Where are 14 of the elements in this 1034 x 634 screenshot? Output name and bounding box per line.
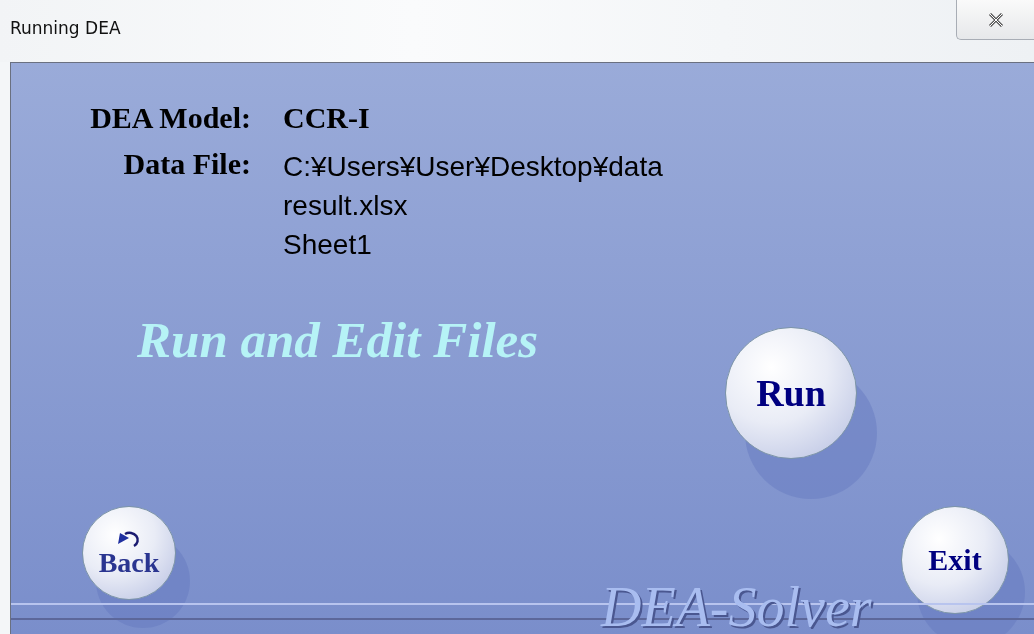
file-path-text: result.xlsx — [283, 189, 409, 223]
close-button[interactable] — [956, 0, 1034, 40]
back-button[interactable]: Back — [82, 506, 176, 600]
field-label: Data File: — [122, 146, 251, 182]
exit-button[interactable]: Exit — [901, 506, 1009, 614]
window-title: Running DEA — [9, 18, 121, 38]
close-icon — [987, 12, 1004, 27]
heading: Run and Edit Files — [137, 311, 539, 369]
field-label: DEA Model: — [89, 100, 251, 136]
model-value: CCR-I — [283, 100, 371, 136]
undo-arrow-icon — [116, 529, 142, 549]
file-path-text: Sheet1 — [283, 228, 373, 262]
run-button[interactable]: Run — [725, 327, 857, 459]
file-path-text: C:¥Users¥User¥Desktop¥data — [283, 150, 664, 184]
